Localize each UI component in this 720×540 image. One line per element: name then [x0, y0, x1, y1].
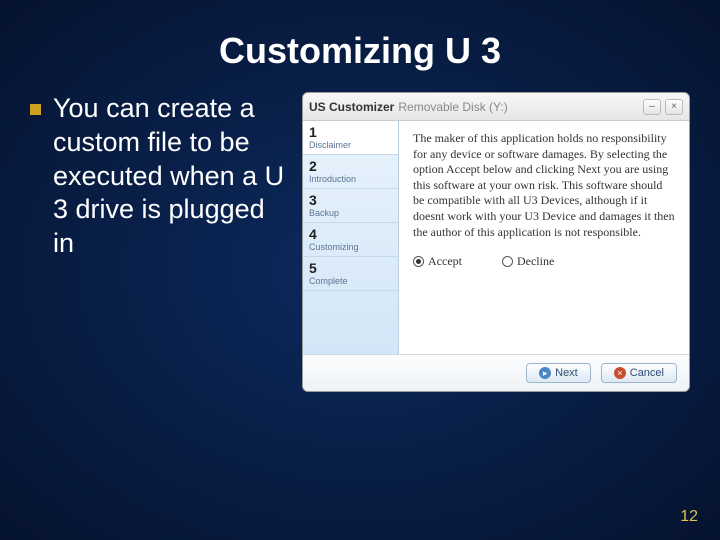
- next-button[interactable]: ▸ Next: [526, 363, 591, 383]
- window-title: US Customizer: [309, 100, 394, 114]
- step-label: Backup: [309, 208, 392, 218]
- step-1[interactable]: 1 Disclaimer: [303, 121, 398, 155]
- accept-radio[interactable]: Accept: [413, 254, 462, 269]
- step-4[interactable]: 4 Customizing: [303, 223, 398, 257]
- step-num: 5: [309, 260, 392, 276]
- steps-pane: 1 Disclaimer 2 Introduction 3 Backup 4 C…: [303, 121, 399, 354]
- step-3[interactable]: 3 Backup: [303, 189, 398, 223]
- cancel-icon: ×: [614, 367, 626, 379]
- accept-label: Accept: [428, 254, 462, 269]
- button-bar: ▸ Next × Cancel: [303, 354, 689, 391]
- app-window: US Customizer Removable Disk (Y:) – × 1 …: [302, 92, 690, 392]
- step-label: Customizing: [309, 242, 392, 252]
- step-2[interactable]: 2 Introduction: [303, 155, 398, 189]
- step-label: Complete: [309, 276, 392, 286]
- step-num: 4: [309, 226, 392, 242]
- cancel-label: Cancel: [630, 367, 664, 379]
- step-label: Disclaimer: [309, 140, 392, 150]
- step-num: 3: [309, 192, 392, 208]
- decline-radio[interactable]: Decline: [502, 254, 554, 269]
- decline-label: Decline: [517, 254, 554, 269]
- page-number: 12: [680, 508, 698, 526]
- titlebar: US Customizer Removable Disk (Y:) – ×: [303, 93, 689, 121]
- cancel-button[interactable]: × Cancel: [601, 363, 677, 383]
- step-label: Introduction: [309, 174, 392, 184]
- radio-icon: [502, 256, 513, 267]
- next-label: Next: [555, 367, 578, 379]
- next-icon: ▸: [539, 367, 551, 379]
- radio-row: Accept Decline: [413, 254, 675, 269]
- radio-icon: [413, 256, 424, 267]
- step-num: 1: [309, 124, 392, 140]
- window-controls: – ×: [643, 99, 683, 115]
- bullet-text: You can create a custom file to be execu…: [53, 92, 286, 261]
- content-row: You can create a custom file to be execu…: [0, 92, 720, 392]
- close-button[interactable]: ×: [665, 99, 683, 115]
- window-subtitle: Removable Disk (Y:): [398, 100, 507, 114]
- bullet-column: You can create a custom file to be execu…: [30, 92, 286, 392]
- disclaimer-text: The maker of this application holds no r…: [413, 131, 675, 240]
- bullet-marker-icon: [30, 104, 41, 115]
- step-5[interactable]: 5 Complete: [303, 257, 398, 291]
- step-num: 2: [309, 158, 392, 174]
- minimize-button[interactable]: –: [643, 99, 661, 115]
- slide-title: Customizing U 3: [0, 0, 720, 92]
- bullet-item: You can create a custom file to be execu…: [30, 92, 286, 261]
- content-pane: The maker of this application holds no r…: [399, 121, 689, 354]
- app-body: 1 Disclaimer 2 Introduction 3 Backup 4 C…: [303, 121, 689, 354]
